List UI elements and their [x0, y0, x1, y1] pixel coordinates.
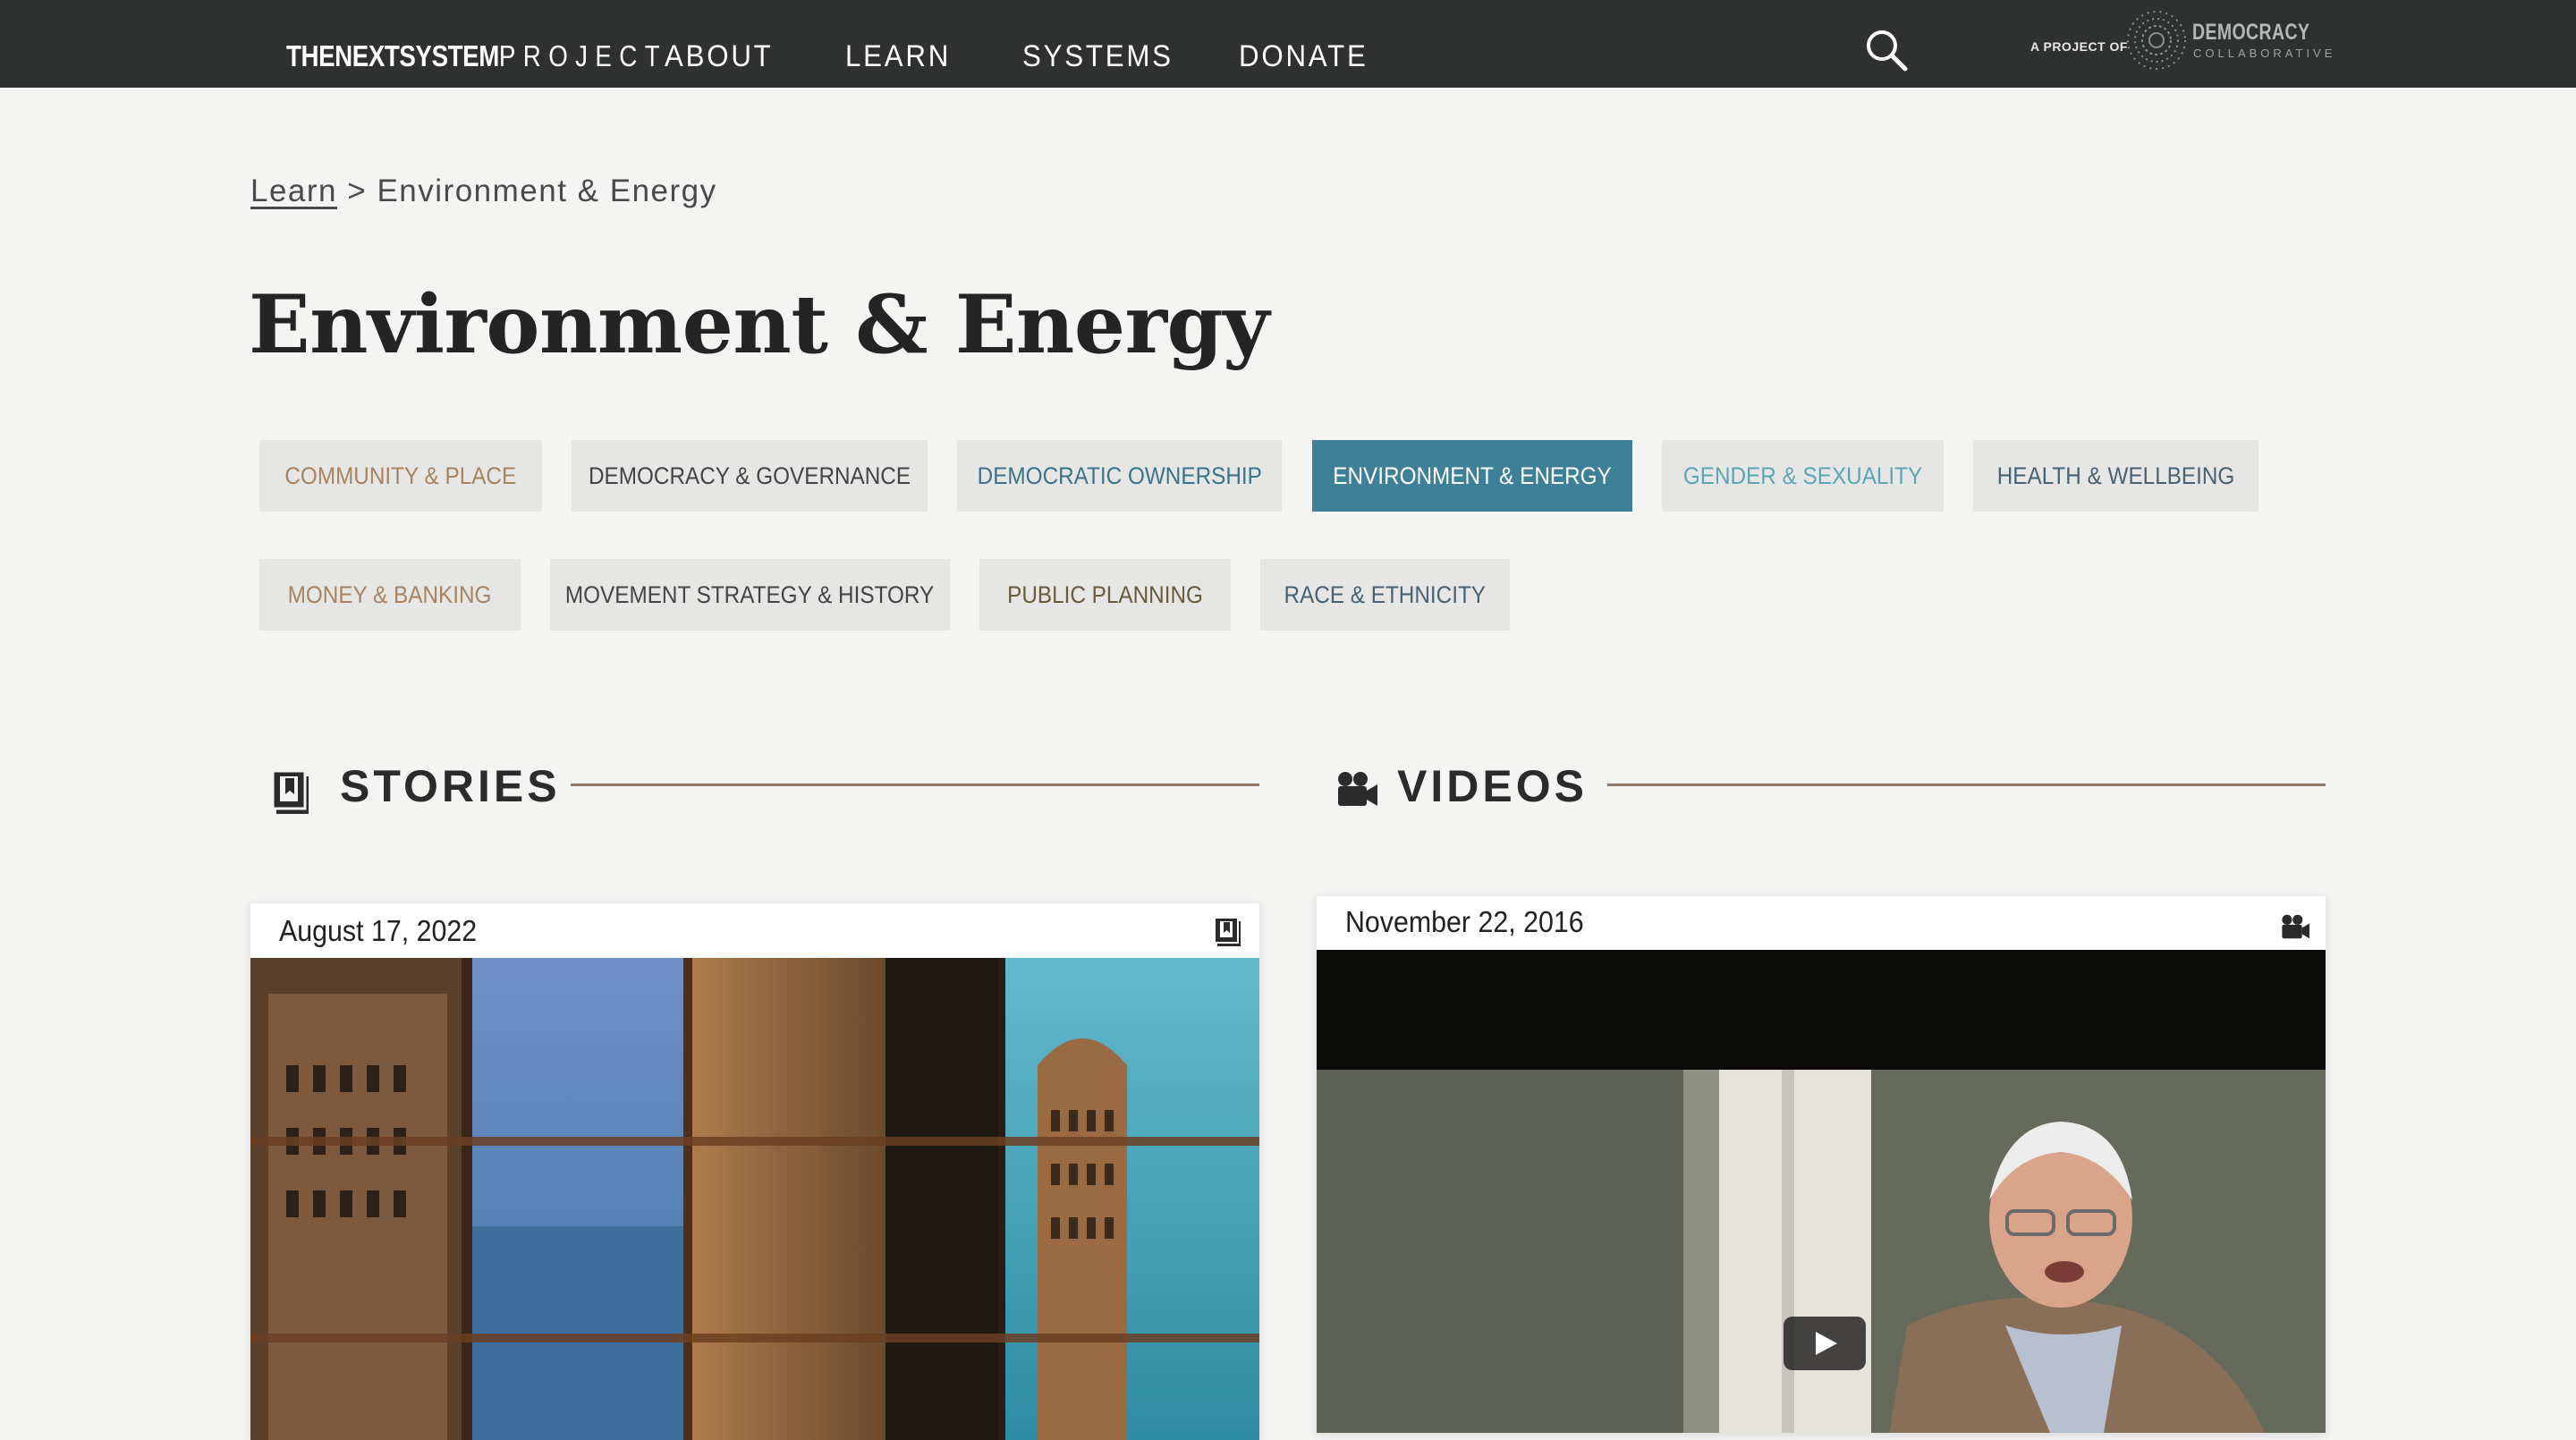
videos-heading: VIDEOS: [1397, 761, 1588, 811]
site-logo[interactable]: THENEXTSYSTEMPROJECT: [286, 39, 667, 73]
search-icon[interactable]: [1865, 29, 1908, 72]
page-title: Environment & Energy: [249, 277, 1269, 372]
story-image[interactable]: [250, 958, 1259, 1440]
nav-about[interactable]: ABOUT: [665, 39, 774, 74]
play-button[interactable]: [1784, 1317, 1866, 1370]
topic-community-place[interactable]: COMMUNITY & PLACE: [259, 440, 542, 512]
topic-democracy-governance[interactable]: DEMOCRACY & GOVERNANCE: [572, 440, 928, 512]
breadcrumb: Learn > Environment & Energy: [250, 174, 717, 209]
topic-democratic-ownership[interactable]: DEMOCRATIC OWNERSHIP: [957, 440, 1282, 512]
video-camera-icon: [1338, 772, 1377, 806]
partner-name: DEMOCRACY: [2192, 20, 2310, 45]
video-player[interactable]: [1317, 950, 2326, 1433]
book-icon: [273, 771, 309, 814]
top-navigation-bar: THENEXTSYSTEMPROJECT ABOUT LEARN SYSTEMS…: [0, 0, 2576, 88]
video-card[interactable]: November 22, 2016: [1317, 896, 2326, 1433]
democracy-collaborative-logo-icon[interactable]: [2125, 9, 2188, 72]
videos-divider: [1607, 784, 2326, 786]
topic-public-planning[interactable]: PUBLIC PLANNING: [979, 559, 1231, 631]
glass-building-reflection-image: [250, 958, 1259, 1440]
topic-environment-energy[interactable]: ENVIRONMENT & ENERGY: [1312, 440, 1632, 512]
topic-gender-sexuality[interactable]: GENDER & SEXUALITY: [1662, 440, 1944, 512]
topic-health-wellbeing[interactable]: HEALTH & WELLBEING: [1973, 440, 2258, 512]
stories-divider: [571, 784, 1259, 786]
brand-project-text: PROJECT: [498, 39, 668, 72]
nav-systems[interactable]: SYSTEMS: [1022, 39, 1174, 74]
nav-learn[interactable]: LEARN: [845, 39, 951, 74]
topic-movement-strategy-history[interactable]: MOVEMENT STRATEGY & HISTORY: [550, 559, 950, 631]
topic-money-banking[interactable]: MONEY & BANKING: [259, 559, 521, 631]
breadcrumb-current: Environment & Energy: [377, 174, 717, 208]
story-card[interactable]: August 17, 2022: [250, 903, 1259, 1440]
partner-subtitle: COLLABORATIVE: [2193, 47, 2336, 60]
project-of-label: A PROJECT OF: [2030, 39, 2128, 54]
video-camera-icon: [2282, 914, 2309, 939]
brand-main-text: THENEXTSYSTEM: [286, 39, 499, 72]
stories-heading: STORIES: [340, 761, 561, 811]
book-icon: [1215, 918, 1241, 946]
video-date: November 22, 2016: [1345, 905, 1584, 938]
story-date: August 17, 2022: [279, 914, 478, 947]
topic-race-ethnicity[interactable]: RACE & ETHNICITY: [1260, 559, 1510, 631]
breadcrumb-learn-link[interactable]: Learn: [250, 174, 337, 208]
nav-donate[interactable]: DONATE: [1239, 39, 1368, 74]
breadcrumb-separator: >: [347, 174, 368, 208]
